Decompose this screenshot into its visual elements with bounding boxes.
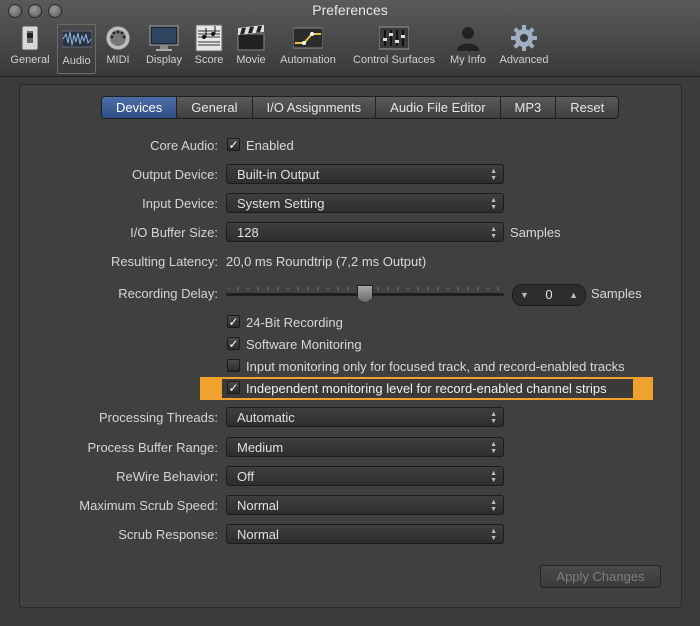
apply-changes-button[interactable]: Apply Changes: [540, 565, 661, 588]
toolbar-display[interactable]: Display: [141, 24, 187, 72]
core-audio-checkbox[interactable]: ✓: [227, 138, 240, 152]
tab-mp3[interactable]: MP3: [501, 97, 557, 118]
audio-waveform-icon: [61, 25, 92, 53]
recording-delay-unit: Samples: [591, 286, 642, 301]
toolbar-movie[interactable]: Movie: [232, 24, 270, 72]
checkbox-24bit-recording[interactable]: ✓: [227, 315, 240, 329]
toolbar-control-surfaces[interactable]: Control Surfaces: [347, 24, 441, 72]
toolbar-movie-label: Movie: [236, 54, 266, 66]
toolbar-audio[interactable]: Audio: [57, 24, 96, 74]
faders-icon: [378, 24, 410, 52]
rewire-behavior-value: Off: [237, 469, 255, 484]
switch-icon: [15, 24, 45, 52]
tab-bar: Devices General I/O Assignments Audio Fi…: [101, 96, 620, 119]
max-scrub-speed-select[interactable]: Normal ▲ ▼: [226, 495, 504, 515]
toolbar-my-info-label: My Info: [449, 54, 487, 66]
stepper-increment-icon[interactable]: ▲: [569, 285, 578, 305]
monitor-icon: [149, 24, 179, 52]
toolbar-audio-label: Audio: [62, 55, 91, 67]
title-bar: Preferences General Audio MIDI Display S…: [0, 0, 700, 77]
processing-threads-label: Processing Threads:: [99, 410, 218, 425]
core-audio-label: Core Audio:: [150, 138, 218, 153]
output-device-select[interactable]: Built-in Output ▲ ▼: [226, 164, 504, 184]
scrub-response-value: Normal: [237, 527, 279, 542]
select-arrows-icon: ▲ ▼: [490, 411, 497, 425]
label-independent-monitoring-level: Independent monitoring level for record-…: [246, 381, 607, 396]
process-buffer-range-label: Process Buffer Range:: [87, 440, 218, 455]
toolbar-automation[interactable]: Automation: [275, 24, 341, 72]
toolbar-midi-label: MIDI: [106, 54, 130, 66]
toolbar-general[interactable]: General: [8, 24, 52, 72]
rewire-behavior-select[interactable]: Off ▲ ▼: [226, 466, 504, 486]
output-device-label: Output Device:: [132, 167, 218, 182]
label-software-monitoring: Software Monitoring: [246, 337, 362, 352]
toolbar-display-label: Display: [145, 54, 183, 66]
select-arrows-icon: ▲ ▼: [490, 168, 497, 182]
label-24bit-recording: 24-Bit Recording: [246, 315, 343, 330]
checkbox-software-monitoring[interactable]: ✓: [227, 337, 240, 351]
recording-delay-label: Recording Delay:: [118, 286, 218, 301]
scrub-response-select[interactable]: Normal ▲ ▼: [226, 524, 504, 544]
toolbar-control-surfaces-label: Control Surfaces: [353, 54, 435, 66]
process-buffer-range-value: Medium: [237, 440, 284, 455]
clapperboard-icon: [236, 24, 266, 52]
process-buffer-range-select[interactable]: Medium ▲ ▼: [226, 437, 504, 457]
label-input-monitoring-focused: Input monitoring only for focused track,…: [246, 359, 625, 374]
io-buffer-size-label: I/O Buffer Size:: [130, 225, 218, 240]
processing-threads-value: Automatic: [237, 410, 295, 425]
max-scrub-speed-value: Normal: [237, 498, 279, 513]
toolbar-my-info[interactable]: My Info: [446, 24, 490, 72]
select-arrows-icon: ▲ ▼: [490, 226, 497, 240]
toolbar-score[interactable]: Score: [192, 24, 226, 72]
checkbox-input-monitoring-focused[interactable]: [227, 359, 240, 372]
tab-reset[interactable]: Reset: [556, 97, 618, 118]
toolbar-midi[interactable]: MIDI: [101, 24, 135, 72]
recording-delay-stepper[interactable]: ▼ 0 ▲: [512, 284, 586, 306]
stepper-decrement-icon[interactable]: ▼: [520, 285, 529, 305]
scrub-response-label: Scrub Response:: [118, 527, 218, 542]
toolbar-automation-label: Automation: [280, 54, 336, 66]
automation-curve-icon: [292, 24, 324, 52]
rewire-behavior-label: ReWire Behavior:: [116, 469, 218, 484]
toolbar-advanced-label: Advanced: [499, 54, 549, 66]
checkbox-independent-monitoring-level[interactable]: ✓: [227, 381, 240, 395]
toolbar-score-label: Score: [194, 54, 224, 66]
select-arrows-icon: ▲ ▼: [490, 528, 497, 542]
window-title: Preferences: [312, 2, 388, 18]
select-arrows-icon: ▲ ▼: [490, 197, 497, 211]
max-scrub-speed-label: Maximum Scrub Speed:: [79, 498, 218, 513]
tab-io-assignments[interactable]: I/O Assignments: [253, 97, 377, 118]
tab-audio-file-editor[interactable]: Audio File Editor: [376, 97, 501, 118]
resulting-latency-label: Resulting Latency:: [111, 254, 218, 269]
midi-connector-icon: [103, 24, 133, 52]
recording-delay-value: 0: [545, 287, 553, 302]
person-icon: [453, 24, 483, 52]
score-sheet-icon: [194, 24, 224, 52]
select-arrows-icon: ▲ ▼: [490, 470, 497, 484]
select-arrows-icon: ▲ ▼: [490, 499, 497, 513]
input-device-value: System Setting: [237, 196, 325, 211]
io-buffer-size-value: 128: [237, 225, 259, 240]
tab-general[interactable]: General: [177, 97, 253, 118]
gear-icon: [509, 24, 539, 52]
resulting-latency-value: 20,0 ms Roundtrip (7,2 ms Output): [226, 254, 427, 269]
core-audio-enabled-label: Enabled: [246, 138, 294, 153]
select-arrows-icon: ▲ ▼: [490, 441, 497, 455]
output-device-value: Built-in Output: [237, 167, 320, 182]
io-buffer-size-select[interactable]: 128 ▲ ▼: [226, 222, 504, 242]
input-device-label: Input Device:: [142, 196, 218, 211]
io-buffer-unit: Samples: [510, 225, 561, 240]
toolbar-general-label: General: [10, 54, 50, 66]
toolbar-advanced[interactable]: Advanced: [496, 24, 552, 72]
input-device-select[interactable]: System Setting ▲ ▼: [226, 193, 504, 213]
tab-devices[interactable]: Devices: [102, 97, 178, 118]
processing-threads-select[interactable]: Automatic ▲ ▼: [226, 407, 504, 427]
